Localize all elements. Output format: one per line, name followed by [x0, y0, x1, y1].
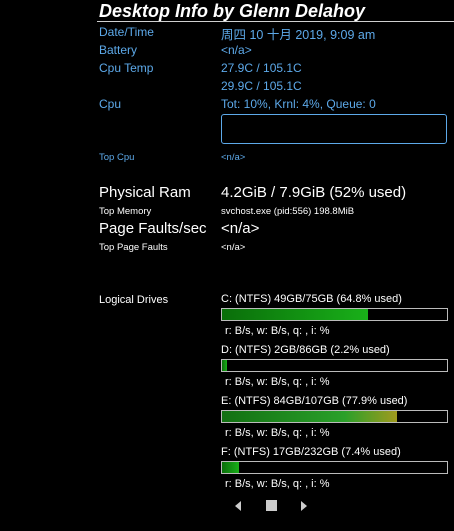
drive-c-io: r: B/s, w: B/s, q: , i: % — [225, 325, 330, 337]
drive-c-usage-bar — [221, 308, 448, 321]
top-cpu-value: <n/a> — [221, 152, 246, 163]
drive-c-usage-fill — [222, 309, 368, 320]
drive-c-header: C: (NTFS) 49GB/75GB (64.8% used) — [221, 293, 402, 305]
cpu-label: Cpu — [99, 97, 122, 111]
drive-d-io: r: B/s, w: B/s, q: , i: % — [225, 376, 330, 388]
left-arrow-icon[interactable] — [235, 501, 241, 511]
cpu-temp-value-2: 29.9C / 105.1C — [221, 79, 302, 93]
drive-d-header: D: (NTFS) 2GB/86GB (2.2% used) — [221, 344, 390, 356]
drive-f-usage-fill — [222, 462, 239, 473]
cpu-temp-label: Cpu Temp — [99, 61, 154, 75]
drive-f-header: F: (NTFS) 17GB/232GB (7.4% used) — [221, 446, 401, 458]
app-title: Desktop Info by Glenn Delahoy — [99, 1, 366, 21]
drive-d-usage-bar — [221, 359, 448, 372]
drive-e-io: r: B/s, w: B/s, q: , i: % — [225, 427, 330, 439]
drive-e: E: (NTFS) 84GB/107GB (77.9% used) r: B/s… — [221, 395, 448, 439]
drive-d-usage-fill — [222, 360, 227, 371]
drive-d: D: (NTFS) 2GB/86GB (2.2% used) r: B/s, w… — [221, 344, 448, 388]
drive-e-usage-bar — [221, 410, 448, 423]
datetime-label: Date/Time — [99, 25, 154, 39]
drive-f-usage-bar — [221, 461, 448, 474]
top-cpu-label: Top Cpu — [99, 152, 135, 163]
top-page-faults-label: Top Page Faults — [99, 242, 168, 253]
cpu-graph — [221, 114, 447, 144]
top-page-faults-value: <n/a> — [221, 242, 246, 253]
datetime-value: 周四 10 十月 2019, 9:09 am — [221, 28, 376, 42]
battery-label: Battery — [99, 43, 138, 57]
page-faults-label: Page Faults/sec — [99, 220, 207, 237]
logical-drives-label: Logical Drives — [99, 294, 169, 306]
page-faults-value: <n/a> — [221, 220, 260, 237]
title-divider — [97, 21, 454, 22]
physical-ram-label: Physical Ram — [99, 184, 191, 201]
drive-f-io: r: B/s, w: B/s, q: , i: % — [225, 478, 330, 490]
drive-c: C: (NTFS) 49GB/75GB (64.8% used) r: B/s,… — [221, 293, 448, 337]
drive-e-header: E: (NTFS) 84GB/107GB (77.9% used) — [221, 395, 408, 407]
battery-value: <n/a> — [221, 43, 252, 57]
top-memory-value: svchost.exe (pid:556) 198.8MiB — [221, 206, 355, 217]
cpu-value: Tot: 10%, Krnl: 4%, Queue: 0 — [221, 97, 376, 111]
top-memory-label: Top Memory — [99, 206, 152, 217]
physical-ram-value: 4.2GiB / 7.9GiB (52% used) — [221, 184, 407, 201]
stop-icon[interactable] — [266, 500, 277, 511]
drive-f: F: (NTFS) 17GB/232GB (7.4% used) r: B/s,… — [221, 446, 448, 490]
right-arrow-icon[interactable] — [301, 501, 307, 511]
cpu-temp-value-1: 27.9C / 105.1C — [221, 61, 302, 75]
drive-e-usage-fill — [222, 411, 398, 422]
